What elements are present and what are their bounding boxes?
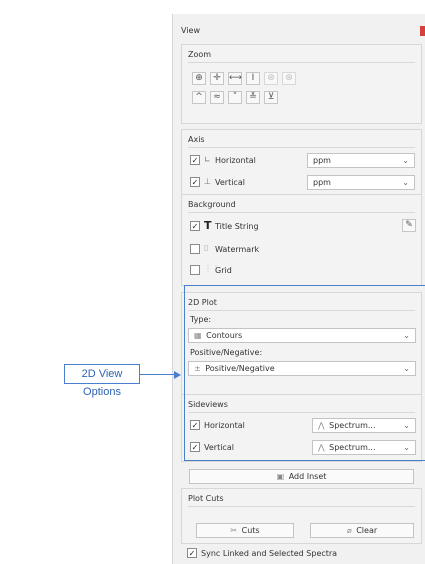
- plot-cuts-title: Plot Cuts: [188, 494, 224, 503]
- axis-vertical-checkbox[interactable]: ✓: [190, 177, 200, 187]
- title-string-icon: T: [204, 219, 212, 232]
- callout-connector: [140, 374, 176, 375]
- double-chevron-up-icon[interactable]: ≈: [210, 91, 224, 104]
- axis-vertical-icon: ⊥: [204, 177, 211, 186]
- zoom-in-icon[interactable]: ⊕: [192, 72, 206, 85]
- vertical-fit-icon[interactable]: I: [246, 72, 260, 85]
- title-string-checkbox[interactable]: ✓: [190, 221, 200, 231]
- axis-horizontal-select[interactable]: ppm ⌄: [307, 153, 415, 168]
- sync-label: Sync Linked and Selected Spectra: [201, 549, 338, 558]
- crosshair-icon[interactable]: ✛: [210, 72, 224, 85]
- inset-icon: ▣: [276, 472, 285, 481]
- grid-label: Grid: [215, 266, 232, 275]
- chevron-down-icon: ⌄: [402, 178, 409, 187]
- close-icon[interactable]: [420, 26, 425, 36]
- axis-horizontal-value: ppm: [313, 156, 331, 165]
- clear-button[interactable]: ⌀ Clear: [310, 523, 414, 538]
- zoom-reset-icon[interactable]: ⊛: [282, 72, 296, 85]
- watermark-checkbox[interactable]: [190, 244, 200, 254]
- sync-checkbox[interactable]: ✓: [187, 548, 197, 558]
- background-section: Background ✓ T Title String ✎ ▯ Watermar…: [181, 194, 422, 286]
- callout-arrow-icon: [174, 371, 181, 379]
- cuts-label: Cuts: [241, 526, 260, 535]
- axis-vertical-label: Vertical: [215, 178, 245, 187]
- clear-icon: ⌀: [346, 526, 352, 535]
- scissors-icon: ✂: [230, 526, 238, 535]
- 2d-view-options-highlight: [184, 285, 425, 461]
- axis-title: Axis: [188, 135, 205, 144]
- panel-title: View: [181, 26, 200, 35]
- watermark-label: Watermark: [215, 245, 260, 254]
- callout-label: 2D View Options: [64, 364, 140, 398]
- axis-section: Axis ✓ ∟ Horizontal ppm ⌄ ✓ ⊥ Vertical p…: [181, 129, 422, 199]
- chevron-down-icon: ⌄: [402, 156, 409, 165]
- edit-icon[interactable]: ✎: [402, 219, 416, 232]
- clear-label: Clear: [356, 526, 378, 535]
- plot-cuts-section: Plot Cuts ✂ Cuts ⌀ Clear: [181, 488, 422, 544]
- horizontal-fit-icon[interactable]: ⟷: [228, 72, 242, 85]
- axis-horizontal-checkbox[interactable]: ✓: [190, 155, 200, 165]
- grid-checkbox[interactable]: [190, 265, 200, 275]
- chevron-down-icon[interactable]: ˅: [228, 91, 242, 104]
- fit-all-icon[interactable]: ⊻: [264, 91, 278, 104]
- title-string-label: Title String: [215, 222, 259, 231]
- add-inset-button[interactable]: ▣ Add Inset: [189, 469, 414, 484]
- zoom-tool-icon[interactable]: ⊛: [264, 72, 278, 85]
- background-title: Background: [188, 200, 236, 209]
- watermark-icon: ▯: [204, 243, 209, 252]
- double-chevron-down-icon[interactable]: ≚: [246, 91, 260, 104]
- add-inset-label: Add Inset: [288, 472, 327, 481]
- axis-horizontal-label: Horizontal: [215, 156, 256, 165]
- axis-vertical-select[interactable]: ppm ⌄: [307, 175, 415, 190]
- zoom-section: Zoom ⊕ ✛ ⟷ I ⊛ ⊛ ^ ≈ ˅ ≚ ⊻: [181, 44, 422, 124]
- axis-vertical-value: ppm: [313, 178, 331, 187]
- cuts-button[interactable]: ✂ Cuts: [196, 523, 294, 538]
- chevron-up-icon[interactable]: ^: [192, 91, 206, 104]
- axis-horizontal-icon: ∟: [204, 155, 211, 164]
- zoom-title: Zoom: [188, 50, 212, 59]
